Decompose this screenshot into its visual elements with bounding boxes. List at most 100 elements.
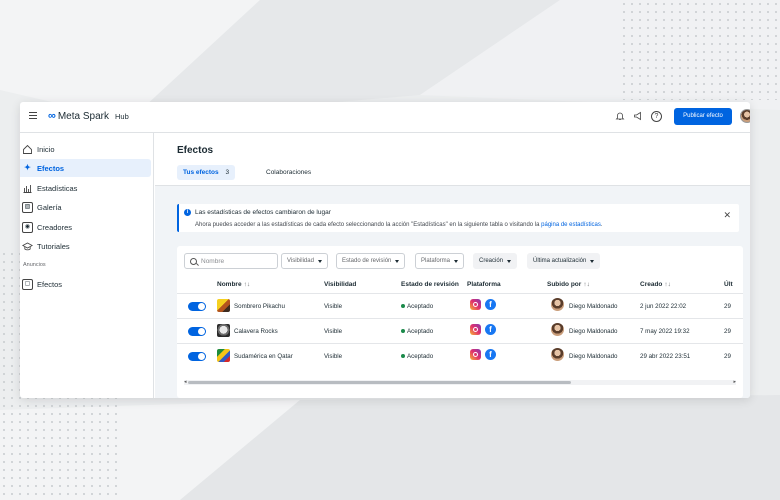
chevron-down-icon: [395, 259, 400, 263]
megaphone-icon[interactable]: [632, 111, 644, 123]
sidebar-item-inicio[interactable]: Inicio: [20, 140, 151, 158]
column-header-created[interactable]: Creado ↑↓: [640, 281, 671, 288]
filter-last-update[interactable]: Última actualización: [527, 253, 601, 269]
status-badge: Aceptado: [401, 303, 433, 310]
ads-effects-icon: ▢: [22, 278, 33, 290]
banner-text: Ahora puedes acceder a las estadísticas …: [195, 222, 603, 228]
help-icon[interactable]: ?: [651, 111, 662, 122]
facebook-icon: f: [485, 349, 496, 360]
status-label: Aceptado: [407, 353, 434, 360]
info-banner: i Las estadísticas de efectos cambiaron …: [177, 204, 739, 232]
gallery-icon: ▨: [22, 201, 33, 213]
column-header-uploaded-by[interactable]: Subido por ↑↓: [547, 281, 590, 288]
brand[interactable]: ∞ Meta Spark Hub: [48, 110, 129, 122]
avatar[interactable]: [740, 109, 750, 123]
effect-name[interactable]: Calavera Rocks: [234, 328, 278, 335]
filter-visibility[interactable]: Visibilidad: [281, 253, 328, 269]
avatar: [551, 323, 564, 336]
graduation-cap-icon: [21, 241, 34, 252]
tab-count-badge: 3: [225, 169, 230, 176]
updated-date: 29: [724, 303, 731, 310]
effect-thumbnail: [217, 349, 230, 362]
stats-page-link[interactable]: página de estadísticas: [541, 222, 601, 228]
filter-label: Visibilidad: [287, 258, 314, 264]
main-content: Efectos Tus efectos 3 Colaboraciones i L…: [155, 133, 750, 398]
search-icon: [190, 257, 197, 265]
visibility-value: Visible: [324, 303, 343, 310]
meta-logo-icon: ∞: [48, 110, 56, 122]
bell-icon[interactable]: [614, 111, 626, 123]
effect-toggle[interactable]: [188, 352, 206, 361]
creators-icon: ◉: [22, 221, 33, 233]
sidebar-item-ads-efectos[interactable]: ▢ Efectos: [20, 275, 151, 293]
filter-creation[interactable]: Creación: [473, 253, 518, 269]
sort-icon: ↑↓: [243, 281, 251, 288]
sort-icon: ↑↓: [664, 281, 671, 288]
tab-tus-efectos[interactable]: Tus efectos 3: [177, 165, 236, 180]
top-bar: ∞ Meta Spark Hub ? Publicar efecto: [20, 102, 750, 133]
filter-review-state[interactable]: Estado de revisión: [336, 253, 406, 269]
created-date: 7 may 2022 19:32: [640, 328, 690, 335]
search-input[interactable]: Nombre: [184, 253, 278, 269]
sidebar-item-galeria[interactable]: ▨ Galería: [20, 198, 151, 216]
effect-name[interactable]: Sudamérica en Qatar: [234, 353, 293, 360]
tab-colaboraciones[interactable]: Colaboraciones: [260, 165, 317, 180]
close-icon[interactable]: ✕: [723, 210, 731, 221]
avatar: [551, 298, 564, 311]
chevron-down-icon: [454, 259, 459, 263]
filter-label: Estado de revisión: [342, 258, 392, 264]
sidebar-item-label: Inicio: [37, 144, 55, 154]
banner-body: Ahora puedes acceder a las estadísticas …: [195, 222, 540, 228]
filter-platform[interactable]: Plataforma: [415, 253, 465, 269]
filter-label: Plataforma: [421, 258, 451, 264]
effects-sparkle-icon: ✦: [24, 162, 31, 172]
sidebar-item-tutoriales[interactable]: Tutoriales: [20, 237, 151, 255]
column-header-visibility: Visibilidad: [324, 281, 357, 288]
scroll-right-icon[interactable]: ▸: [733, 380, 736, 385]
table-row[interactable]: Calavera Rocks Visible Aceptado f Diego …: [177, 318, 743, 343]
instagram-icon: [470, 324, 481, 335]
brand-name: Meta Spark: [57, 110, 109, 122]
status-badge: Aceptado: [401, 328, 433, 335]
brand-suffix: Hub: [114, 111, 129, 121]
scroll-left-icon[interactable]: ◂: [184, 380, 187, 385]
effect-thumbnail: [217, 324, 230, 337]
sidebar-item-label: Efectos: [37, 279, 63, 289]
updated-date: 29: [724, 353, 731, 360]
chevron-down-icon: [590, 259, 595, 263]
column-header-review-state: Estado de revisión: [401, 281, 459, 288]
sidebar-item-efectos[interactable]: ✦ Efectos: [20, 159, 151, 177]
horizontal-scrollbar[interactable]: ◂ ▸: [184, 380, 736, 385]
scrollbar-thumb[interactable]: [188, 381, 571, 384]
sidebar-item-estadisticas[interactable]: Estadísticas: [20, 179, 151, 197]
chevron-down-icon: [507, 259, 512, 263]
status-dot-icon: [401, 329, 405, 334]
effect-toggle[interactable]: [188, 327, 206, 336]
app-window: ∞ Meta Spark Hub ? Publicar efecto Inici…: [20, 102, 750, 398]
info-icon: i: [184, 209, 191, 216]
instagram-icon: [470, 299, 481, 310]
page-title: Efectos: [177, 145, 214, 156]
table-row[interactable]: Sombrero Pikachu Visible Aceptado f Dieg…: [177, 293, 743, 318]
effect-name[interactable]: Sombrero Pikachu: [234, 303, 285, 310]
avatar: [551, 348, 564, 361]
updated-date: 29: [724, 328, 731, 335]
bar-chart-icon: [22, 183, 33, 194]
column-label: Nombre: [217, 281, 242, 288]
banner-title: Las estadísticas de efectos cambiaron de…: [195, 209, 331, 216]
effect-toggle[interactable]: [188, 302, 206, 311]
menu-icon[interactable]: [29, 112, 37, 120]
filter-label: Creación: [479, 258, 504, 264]
facebook-icon: f: [485, 299, 496, 310]
column-header-name[interactable]: Nombre ↑↓: [217, 281, 250, 288]
banner-suffix: .: [600, 222, 603, 228]
sidebar-item-label: Creadores: [37, 222, 73, 232]
column-header-platform: Plataforma: [467, 281, 501, 288]
table-row[interactable]: Sudamérica en Qatar Visible Aceptado f D…: [177, 343, 743, 368]
publish-effect-button[interactable]: Publicar efecto: [674, 108, 732, 125]
sidebar-item-creadores[interactable]: ◉ Creadores: [20, 218, 151, 236]
status-dot-icon: [401, 304, 405, 309]
effect-thumbnail: [217, 299, 230, 312]
sidebar: Inicio ✦ Efectos Estadísticas ▨ Galería …: [20, 133, 154, 398]
effects-table: Nombre Visibilidad Estado de revisión Pl…: [177, 246, 743, 398]
